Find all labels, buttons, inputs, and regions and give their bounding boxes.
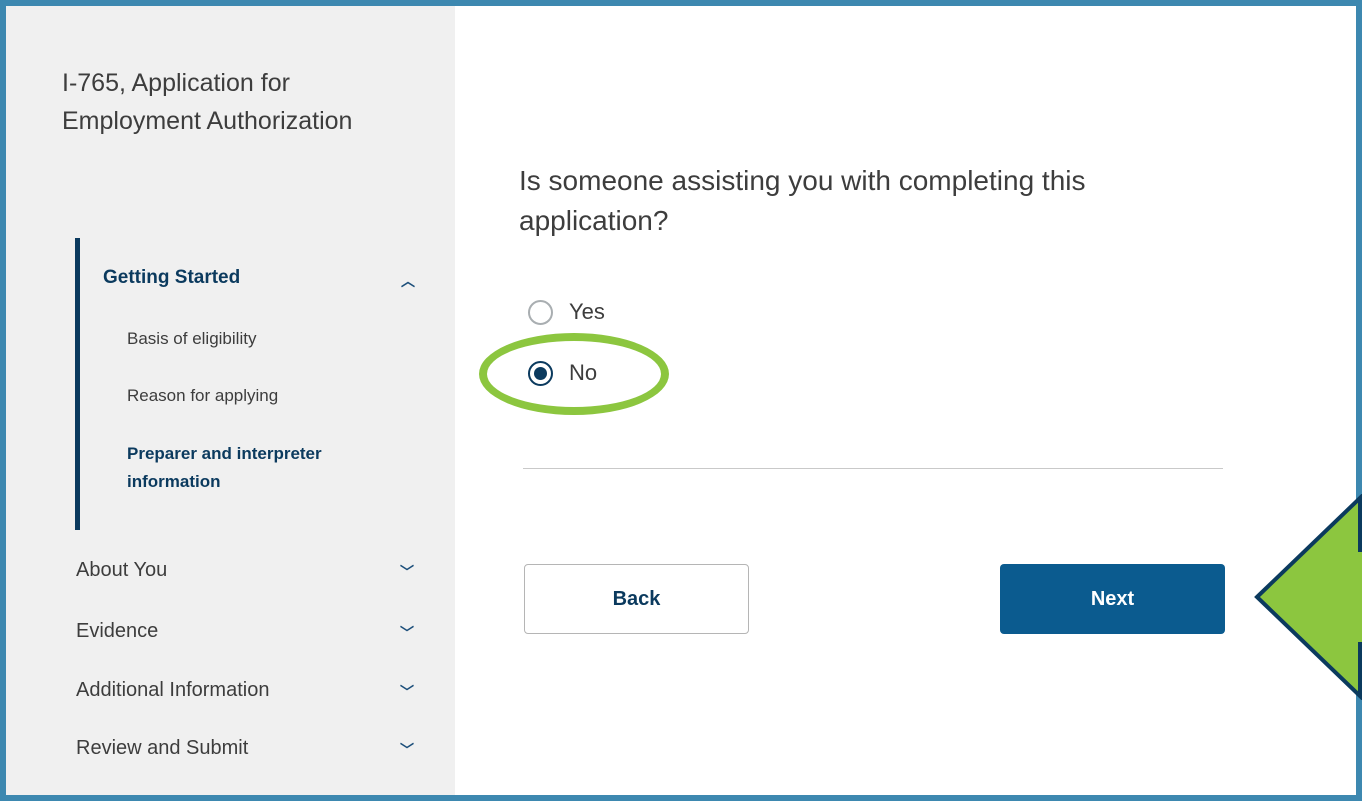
nav-item-preparer-interpreter[interactable]: Preparer and interpreter information [127, 440, 387, 496]
chevron-down-icon[interactable]: ﹀ [400, 562, 414, 582]
back-button[interactable]: Back [524, 564, 749, 634]
chevron-down-icon[interactable]: ﹀ [400, 623, 414, 643]
nav-item-reason-for-applying[interactable]: Reason for applying [127, 382, 278, 410]
chevron-down-icon[interactable]: ﹀ [400, 682, 414, 702]
nav-section-getting-started[interactable]: Getting Started [103, 267, 240, 289]
chevron-down-icon[interactable]: ﹀ [400, 740, 414, 760]
form-title: I-765, Application for Employment Author… [62, 69, 353, 135]
radio-option-yes[interactable]: Yes [528, 299, 605, 325]
nav-section-additional-information[interactable]: Additional Information [76, 679, 269, 702]
sidebar: I-765, Application for Employment Author… [6, 6, 455, 795]
radio-button-yes[interactable] [528, 299, 553, 325]
question-text: Is someone assisting you with completing… [519, 165, 1086, 236]
nav-section-about-you[interactable]: About You [76, 559, 167, 582]
divider [523, 468, 1223, 469]
radio-label-yes[interactable]: Yes [569, 299, 605, 325]
arrow-left-icon [1254, 494, 1362, 700]
nav-section-review-and-submit[interactable]: Review and Submit [76, 737, 248, 760]
next-button[interactable]: Next [1000, 564, 1225, 634]
nav-section-evidence[interactable]: Evidence [76, 620, 158, 643]
chevron-up-icon[interactable]: ︿ [401, 271, 415, 291]
highlight-ring-annotation [479, 333, 669, 415]
nav-item-basis-of-eligibility[interactable]: Basis of eligibility [127, 325, 256, 353]
page-frame: I-765, Application for Employment Author… [0, 0, 1362, 801]
